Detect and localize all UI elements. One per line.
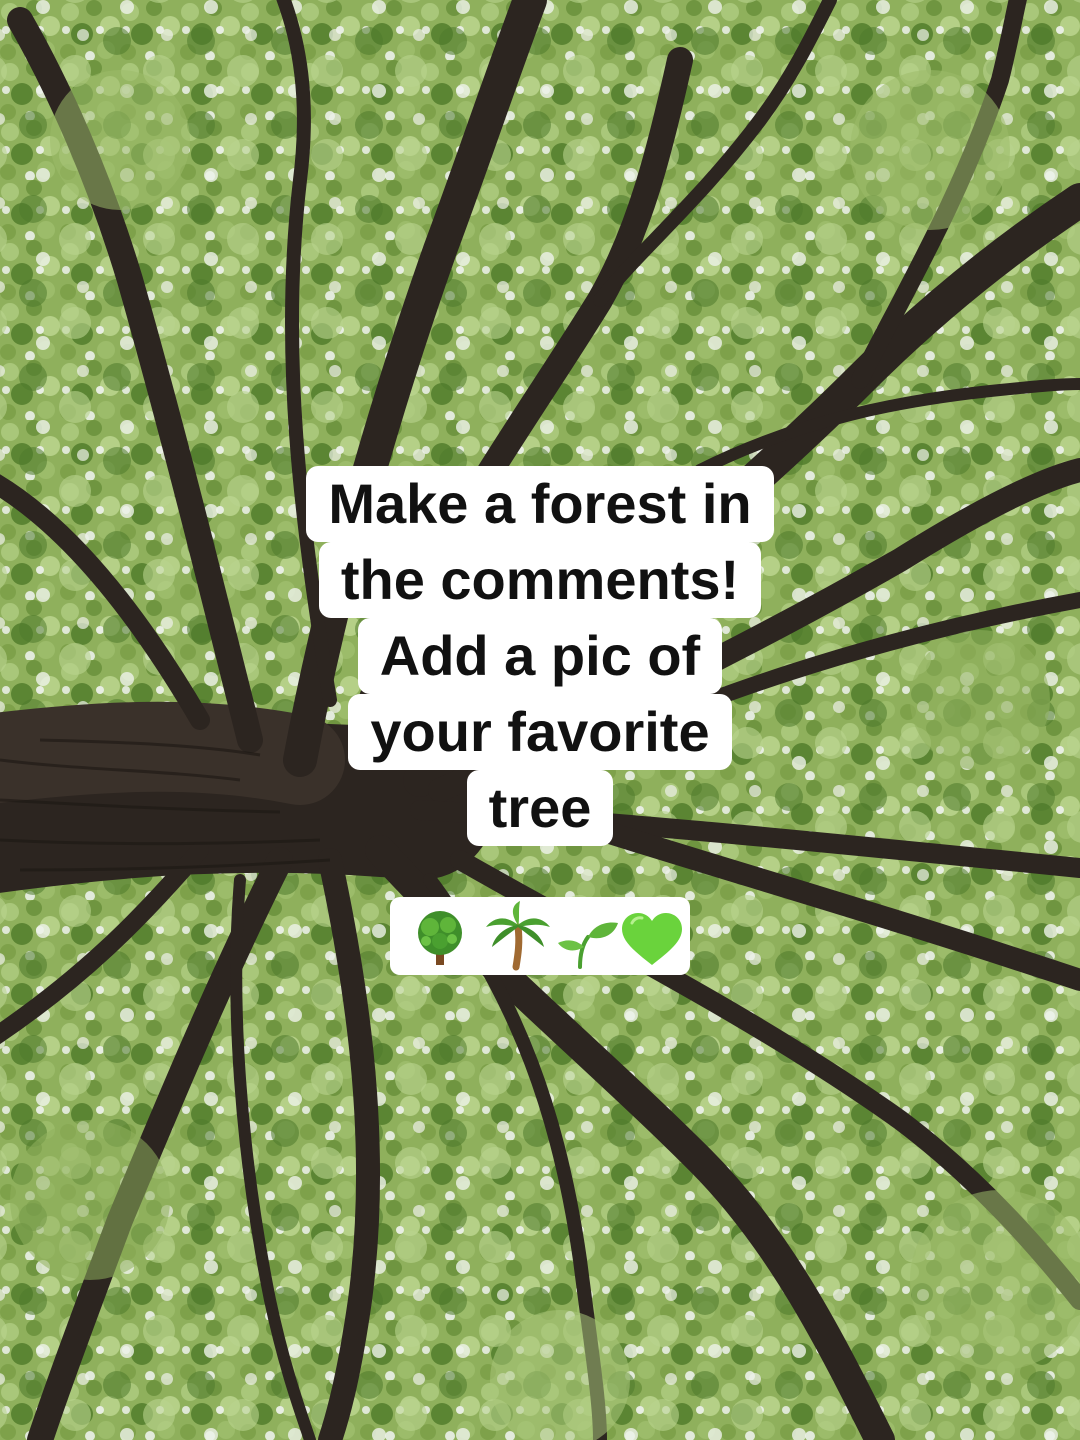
emoji-strip (390, 897, 690, 975)
deciduous-tree-icon (418, 911, 462, 965)
palm-tree-icon (486, 901, 550, 971)
seedling-icon (558, 922, 618, 969)
tree-canopy-photo (0, 0, 1080, 1440)
green-heart-icon (622, 913, 682, 965)
